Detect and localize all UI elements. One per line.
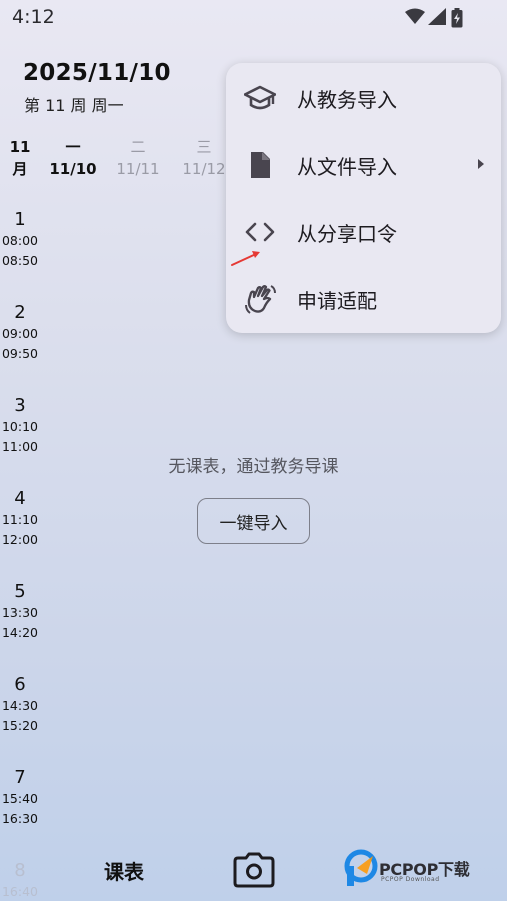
- time-slot-1: 1 08:00 08:50: [0, 209, 40, 271]
- menu-item-label: 从教务导入: [297, 88, 397, 112]
- slot-end: 14:20: [1, 625, 39, 640]
- month-char: 月: [12, 160, 28, 178]
- slot-end: 12:00: [1, 532, 39, 547]
- submenu-arrow-icon: [478, 159, 484, 169]
- menu-item-import-from-academic[interactable]: 从教务导入: [226, 64, 501, 131]
- status-bar: 4:12: [0, 0, 507, 34]
- status-time: 4:12: [12, 6, 55, 28]
- slot-start: 08:00: [1, 233, 39, 248]
- slot-end: 09:50: [1, 346, 39, 361]
- wifi-icon: [405, 8, 425, 24]
- watermark-subtext: PCPOP Download: [381, 876, 440, 883]
- week-info: 第 11 周 周一: [24, 96, 124, 115]
- slot-number: 4: [14, 488, 26, 509]
- waving-hand-icon: [245, 285, 276, 314]
- camera-icon[interactable]: [233, 852, 275, 888]
- slot-start: 10:10: [1, 419, 39, 434]
- slot-start: 16:40: [1, 884, 39, 899]
- slot-number: 6: [14, 674, 26, 695]
- time-slot-3: 3 10:10 11:00: [0, 395, 40, 457]
- watermark-logo-icon: [344, 849, 378, 886]
- nav-schedule-tab[interactable]: 课表: [104, 856, 144, 885]
- signal-icon: [428, 8, 446, 25]
- slot-end: 16:30: [1, 811, 39, 826]
- file-icon: [251, 152, 270, 178]
- slot-number: 3: [14, 395, 26, 416]
- time-slot-2: 2 09:00 09:50: [0, 302, 40, 364]
- time-slot-5: 5 13:30 14:20: [0, 581, 40, 643]
- graduation-cap-icon: [244, 85, 276, 110]
- day-name: 一: [65, 138, 81, 156]
- slot-number: 1: [14, 209, 26, 230]
- day-column-tue[interactable]: 二 11/11: [105, 136, 171, 180]
- day-date: 11/11: [116, 160, 160, 178]
- slot-start: 09:00: [1, 326, 39, 341]
- month-label: 11 月: [0, 136, 40, 180]
- time-slot-4: 4 11:10 12:00: [0, 488, 40, 550]
- day-column-mon[interactable]: 一 11/10: [40, 136, 106, 180]
- slot-end: 08:50: [1, 253, 39, 268]
- slot-number: 7: [14, 767, 26, 788]
- time-slot-6: 6 14:30 15:20: [0, 674, 40, 736]
- current-date[interactable]: 2025/11/10: [23, 60, 171, 86]
- annotation-arrow-icon: [231, 251, 260, 266]
- slot-number: 8: [14, 860, 26, 881]
- time-slot-8: 8 16:40: [0, 860, 40, 901]
- import-menu: 从教务导入 从文件导入 从分享口令 申请适配: [226, 63, 501, 333]
- slot-number: 2: [14, 302, 26, 323]
- code-icon: [245, 222, 275, 242]
- slot-number: 5: [14, 581, 26, 602]
- menu-item-import-from-file[interactable]: 从文件导入: [226, 131, 501, 198]
- time-slot-7: 7 15:40 16:30: [0, 767, 40, 829]
- menu-item-request-adaptation[interactable]: 申请适配: [226, 265, 501, 332]
- day-date: 11/10: [49, 160, 97, 178]
- status-icons: [405, 8, 469, 28]
- menu-item-label: 从分享口令: [297, 222, 397, 246]
- watermark: PCPOP下载 PCPOP Download: [343, 846, 503, 890]
- menu-item-label: 从文件导入: [297, 155, 397, 179]
- month-number: 11: [9, 138, 31, 156]
- empty-schedule-message: 无课表，通过教务导课: [168, 457, 339, 477]
- menu-item-import-from-share-code[interactable]: 从分享口令: [226, 198, 501, 265]
- slot-start: 13:30: [1, 605, 39, 620]
- menu-item-label: 申请适配: [297, 289, 377, 313]
- slot-start: 14:30: [1, 698, 39, 713]
- slot-start: 11:10: [1, 512, 39, 527]
- day-name: 二: [130, 138, 146, 156]
- slot-start: 15:40: [1, 791, 39, 806]
- battery-icon: [451, 8, 463, 28]
- one-click-import-button[interactable]: 一键导入: [197, 498, 310, 544]
- slot-end: 15:20: [1, 718, 39, 733]
